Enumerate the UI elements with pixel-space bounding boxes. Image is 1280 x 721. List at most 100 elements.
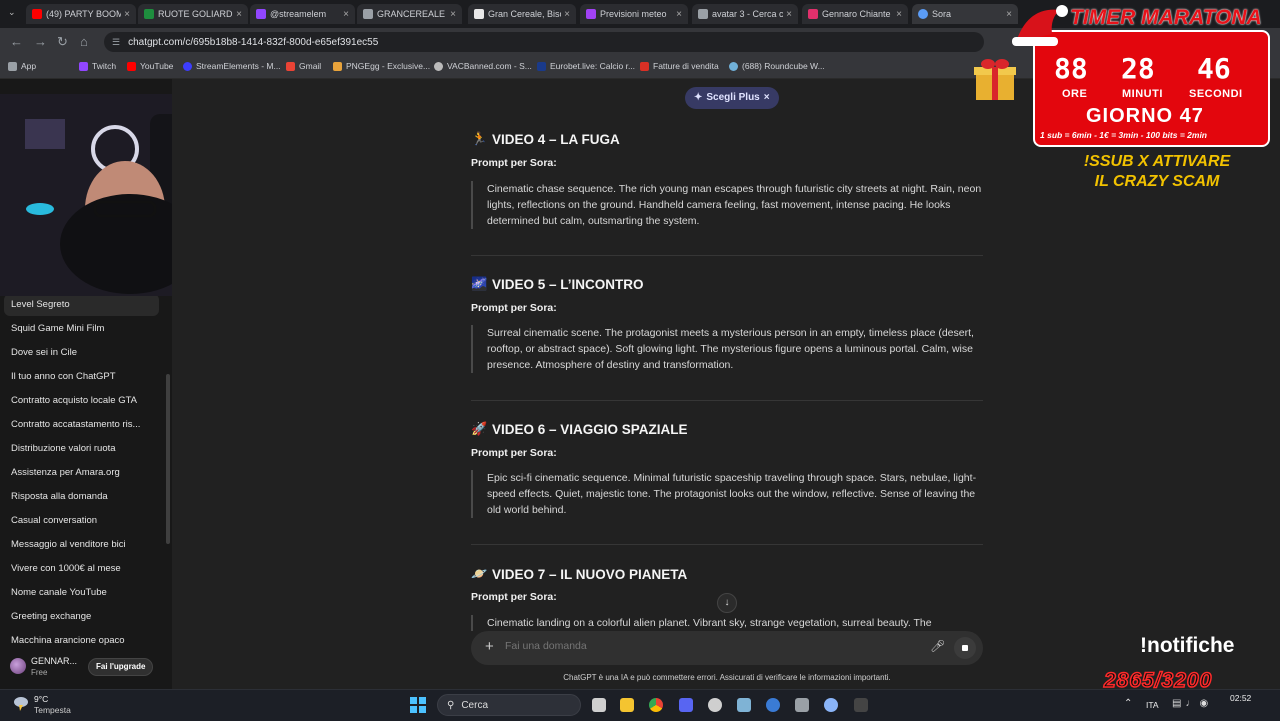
message-composer: + 🎤︎: [471, 631, 983, 665]
bookmark-streamelements[interactable]: StreamElements - M...: [183, 61, 281, 71]
tray-status-icons[interactable]: ▤♩◉: [1172, 698, 1212, 709]
rocket-icon: 🚀: [471, 421, 488, 436]
close-tab-icon[interactable]: ×: [564, 9, 570, 20]
notifiche-command: !notifiche: [1140, 634, 1235, 657]
prompt-quote: Surreal cinematic scene. The protagonist…: [471, 325, 983, 373]
close-icon[interactable]: ×: [764, 87, 770, 109]
twitch-icon: [79, 61, 88, 71]
user-profile-row[interactable]: GENNAR... Free Fai l'upgrade: [0, 652, 172, 682]
obs-icon[interactable]: [708, 698, 722, 712]
tab-search-icon[interactable]: ⌄: [8, 7, 16, 18]
user-name: GENNAR...: [31, 656, 78, 666]
close-tab-icon[interactable]: ×: [676, 9, 682, 20]
system-clock[interactable]: 02:52: [1230, 693, 1251, 703]
bookmark-apps[interactable]: App: [8, 61, 36, 71]
browser-tab[interactable]: (49) PARTY BOOM ×: [26, 4, 136, 24]
document-icon: [640, 61, 649, 71]
browser-tab[interactable]: avatar 3 - Cerca c ×: [692, 4, 798, 24]
upgrade-button[interactable]: Fai l'upgrade: [88, 658, 154, 676]
browser-tab[interactable]: RUOTE GOLIARDI ×: [138, 4, 248, 24]
prompt-quote: Cinematic landing on a colorful alien pl…: [471, 615, 983, 631]
streamelements-icon: [183, 61, 192, 71]
reload-icon[interactable]: ↻: [57, 34, 68, 50]
section-divider: [471, 400, 983, 401]
taskbar-search[interactable]: ⚲ Cerca: [437, 694, 581, 716]
chat-history-item[interactable]: Dove sei in Cile: [4, 342, 159, 364]
chat-history-item[interactable]: Squid Game Mini Film: [4, 318, 159, 340]
forward-icon[interactable]: →: [34, 34, 47, 50]
discord-icon[interactable]: [679, 698, 693, 712]
browser-tab[interactable]: Gran Cereale, Bisc ×: [468, 4, 576, 24]
disclaimer-text: ChatGPT è una IA e può commettere errori…: [563, 673, 891, 682]
site-info-icon[interactable]: ☰: [112, 37, 120, 48]
address-bar[interactable]: ☰ chatgpt.com/c/695b18b8-1414-832f-800d-…: [104, 32, 984, 52]
site-icon: [474, 9, 484, 19]
chat-history-item[interactable]: Risposta alla domanda: [4, 486, 159, 508]
app-icon[interactable]: [766, 698, 780, 712]
bookmark-vacbanned[interactable]: VACBanned.com - S...: [434, 61, 532, 71]
chat-history-item[interactable]: Greeting exchange: [4, 606, 159, 628]
browser-tab[interactable]: Gennaro Chiante ×: [802, 4, 908, 24]
timer-hours-label: ORE: [1062, 88, 1088, 100]
browser-tab-active[interactable]: Sora ×: [912, 4, 1018, 24]
bookmark-gmail[interactable]: Gmail: [286, 61, 321, 71]
chat-history-item[interactable]: Vivere con 1000€ al mese: [4, 558, 159, 580]
pngegg-icon: [333, 61, 342, 71]
user-plan: Free: [31, 668, 48, 677]
mic-icon[interactable]: [795, 698, 809, 712]
chat-history-item[interactable]: Messaggio al venditore bici: [4, 534, 159, 556]
bookmark-twitch[interactable]: Twitch: [79, 61, 116, 71]
youtube-icon: [127, 61, 136, 71]
windows-start-icon[interactable]: [410, 697, 426, 713]
app2-icon[interactable]: [854, 698, 868, 712]
close-tab-icon[interactable]: ×: [896, 9, 902, 20]
bookmark-eurobet[interactable]: Eurobet.live: Calcio r...: [537, 61, 635, 71]
browser-tab[interactable]: @streamelem ×: [250, 4, 355, 24]
sheets-icon: [144, 9, 154, 19]
sidebar-scrollbar[interactable]: [166, 374, 170, 544]
bookmark-pngegg[interactable]: PNGEgg - Exclusive...: [333, 61, 430, 71]
chat-history-item[interactable]: Assistenza per Amara.org: [4, 462, 159, 484]
milky-way-icon: 🌌: [471, 276, 488, 291]
close-tab-icon[interactable]: ×: [124, 9, 130, 20]
timer-minutes-label: MINUTI: [1122, 88, 1163, 100]
settings-icon[interactable]: [824, 698, 838, 712]
close-tab-icon[interactable]: ×: [786, 9, 792, 20]
scroll-down-arrow-icon[interactable]: ↓: [717, 593, 737, 613]
folder-icon[interactable]: [620, 698, 634, 712]
chat-history-item[interactable]: Macchina arancione opaco: [4, 630, 159, 652]
chat-history-item[interactable]: Casual conversation: [4, 510, 159, 532]
choose-plus-button[interactable]: ✦ Scegli Plus ×: [685, 87, 779, 109]
back-icon[interactable]: ←: [10, 34, 23, 50]
bookmark-roundcube[interactable]: (688) Roundcube W...: [729, 61, 825, 71]
avatar[interactable]: [10, 658, 26, 674]
chat-history-item[interactable]: Distribuzione valori ruota: [4, 438, 159, 460]
prompt-label: Prompt per Sora:: [471, 157, 557, 169]
chat-history-item[interactable]: Nome canale YouTube: [4, 582, 159, 604]
notepad-icon[interactable]: [737, 698, 751, 712]
chat-history-item[interactable]: Level Segreto: [4, 294, 159, 316]
stop-button[interactable]: [954, 637, 976, 659]
browser-tab[interactable]: Previsioni meteo ×: [580, 4, 688, 24]
chat-history-item[interactable]: Il tuo anno con ChatGPT: [4, 366, 159, 388]
language-indicator[interactable]: ITA: [1146, 700, 1159, 710]
bookmark-fatture[interactable]: Fatture di vendita: [640, 61, 719, 71]
home-icon[interactable]: ⌂: [80, 34, 88, 50]
microphone-icon[interactable]: 🎤︎: [930, 639, 945, 653]
prompt-input[interactable]: [505, 640, 905, 652]
timer-seconds-label: SECONDI: [1189, 88, 1243, 100]
browser-tab[interactable]: GRANCEREALE PI×: [357, 4, 462, 24]
chat-history-item[interactable]: Contratto acquisto locale GTA: [4, 390, 159, 412]
chrome-icon[interactable]: [649, 698, 663, 712]
weather-description: Tempesta: [34, 705, 71, 715]
tray-overflow-icon[interactable]: ⌃: [1124, 698, 1132, 709]
google-icon: [698, 9, 708, 19]
close-tab-icon[interactable]: ×: [343, 9, 349, 20]
bookmark-youtube[interactable]: YouTube: [127, 61, 173, 71]
chat-history-item[interactable]: Contratto accatastamento ris...: [4, 414, 159, 436]
storm-weather-icon[interactable]: [11, 696, 29, 712]
plus-icon[interactable]: +: [485, 639, 494, 655]
file-explorer-icon[interactable]: [592, 698, 606, 712]
close-tab-icon[interactable]: ×: [450, 9, 456, 20]
close-tab-icon[interactable]: ×: [236, 9, 242, 20]
